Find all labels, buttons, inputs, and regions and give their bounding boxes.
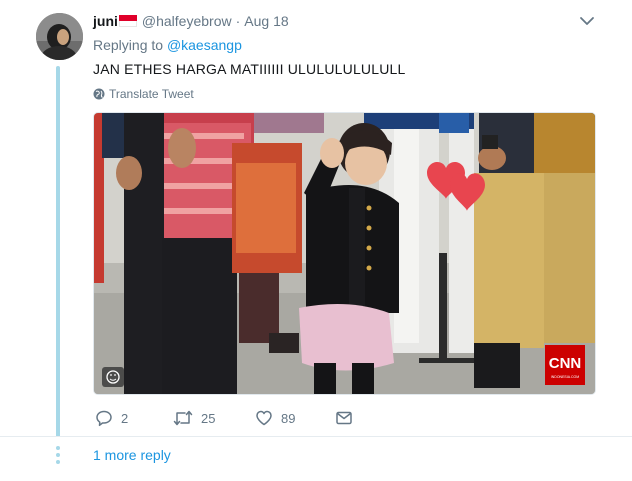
avatar[interactable] — [36, 13, 83, 60]
translate-label: Translate Tweet — [109, 87, 194, 101]
separator-dot: · — [235, 13, 241, 29]
message-icon — [336, 411, 352, 425]
retweet-button[interactable]: 25 — [173, 402, 215, 434]
cnn-logo-subtext: INDONESIA.COM — [551, 375, 579, 379]
reply-icon — [96, 410, 112, 427]
tweet-text: JAN ETHES HARGA MATIIIIII ULULULULULULL — [93, 61, 406, 77]
thread-continuation-dots — [56, 446, 60, 464]
more-replies-row[interactable]: 1 more reply — [0, 436, 632, 481]
replying-mention-link[interactable]: @kaesangp — [167, 37, 242, 53]
indonesia-flag-icon — [118, 15, 137, 27]
tweet-media-image[interactable]: CNN INDONESIA.COM — [93, 112, 596, 395]
replying-prefix: Replying to — [93, 37, 164, 53]
direct-message-button[interactable] — [335, 402, 361, 434]
reply-button[interactable]: 2 — [95, 402, 128, 434]
avatar-image — [36, 13, 83, 60]
like-icon — [256, 410, 272, 426]
tweet-card[interactable]: juni @halfeyebrow · Aug 18 Replying to @… — [0, 0, 632, 440]
replying-to: Replying to @kaesangp — [93, 37, 242, 53]
retweet-icon — [173, 410, 193, 426]
user-handle[interactable]: @halfeyebrow — [142, 13, 232, 29]
translate-tweet-button[interactable]: Translate Tweet — [93, 87, 194, 101]
tweet-timestamp[interactable]: Aug 18 — [244, 13, 288, 29]
chevron-down-icon[interactable] — [579, 14, 595, 28]
retweet-count: 25 — [201, 410, 216, 426]
like-button[interactable]: 89 — [255, 402, 295, 434]
reply-count: 2 — [121, 410, 129, 426]
cnn-logo-text: CNN — [549, 355, 582, 372]
display-name[interactable]: juni — [93, 13, 118, 29]
more-replies-link[interactable]: 1 more reply — [93, 447, 171, 463]
tweet-header: juni @halfeyebrow · Aug 18 — [93, 12, 289, 30]
globe-icon — [93, 88, 105, 100]
like-count: 89 — [281, 410, 296, 426]
media-photo: CNN INDONESIA.COM — [94, 113, 595, 394]
tweet-actions: 2 25 89 — [93, 402, 393, 434]
thread-line — [56, 66, 60, 440]
